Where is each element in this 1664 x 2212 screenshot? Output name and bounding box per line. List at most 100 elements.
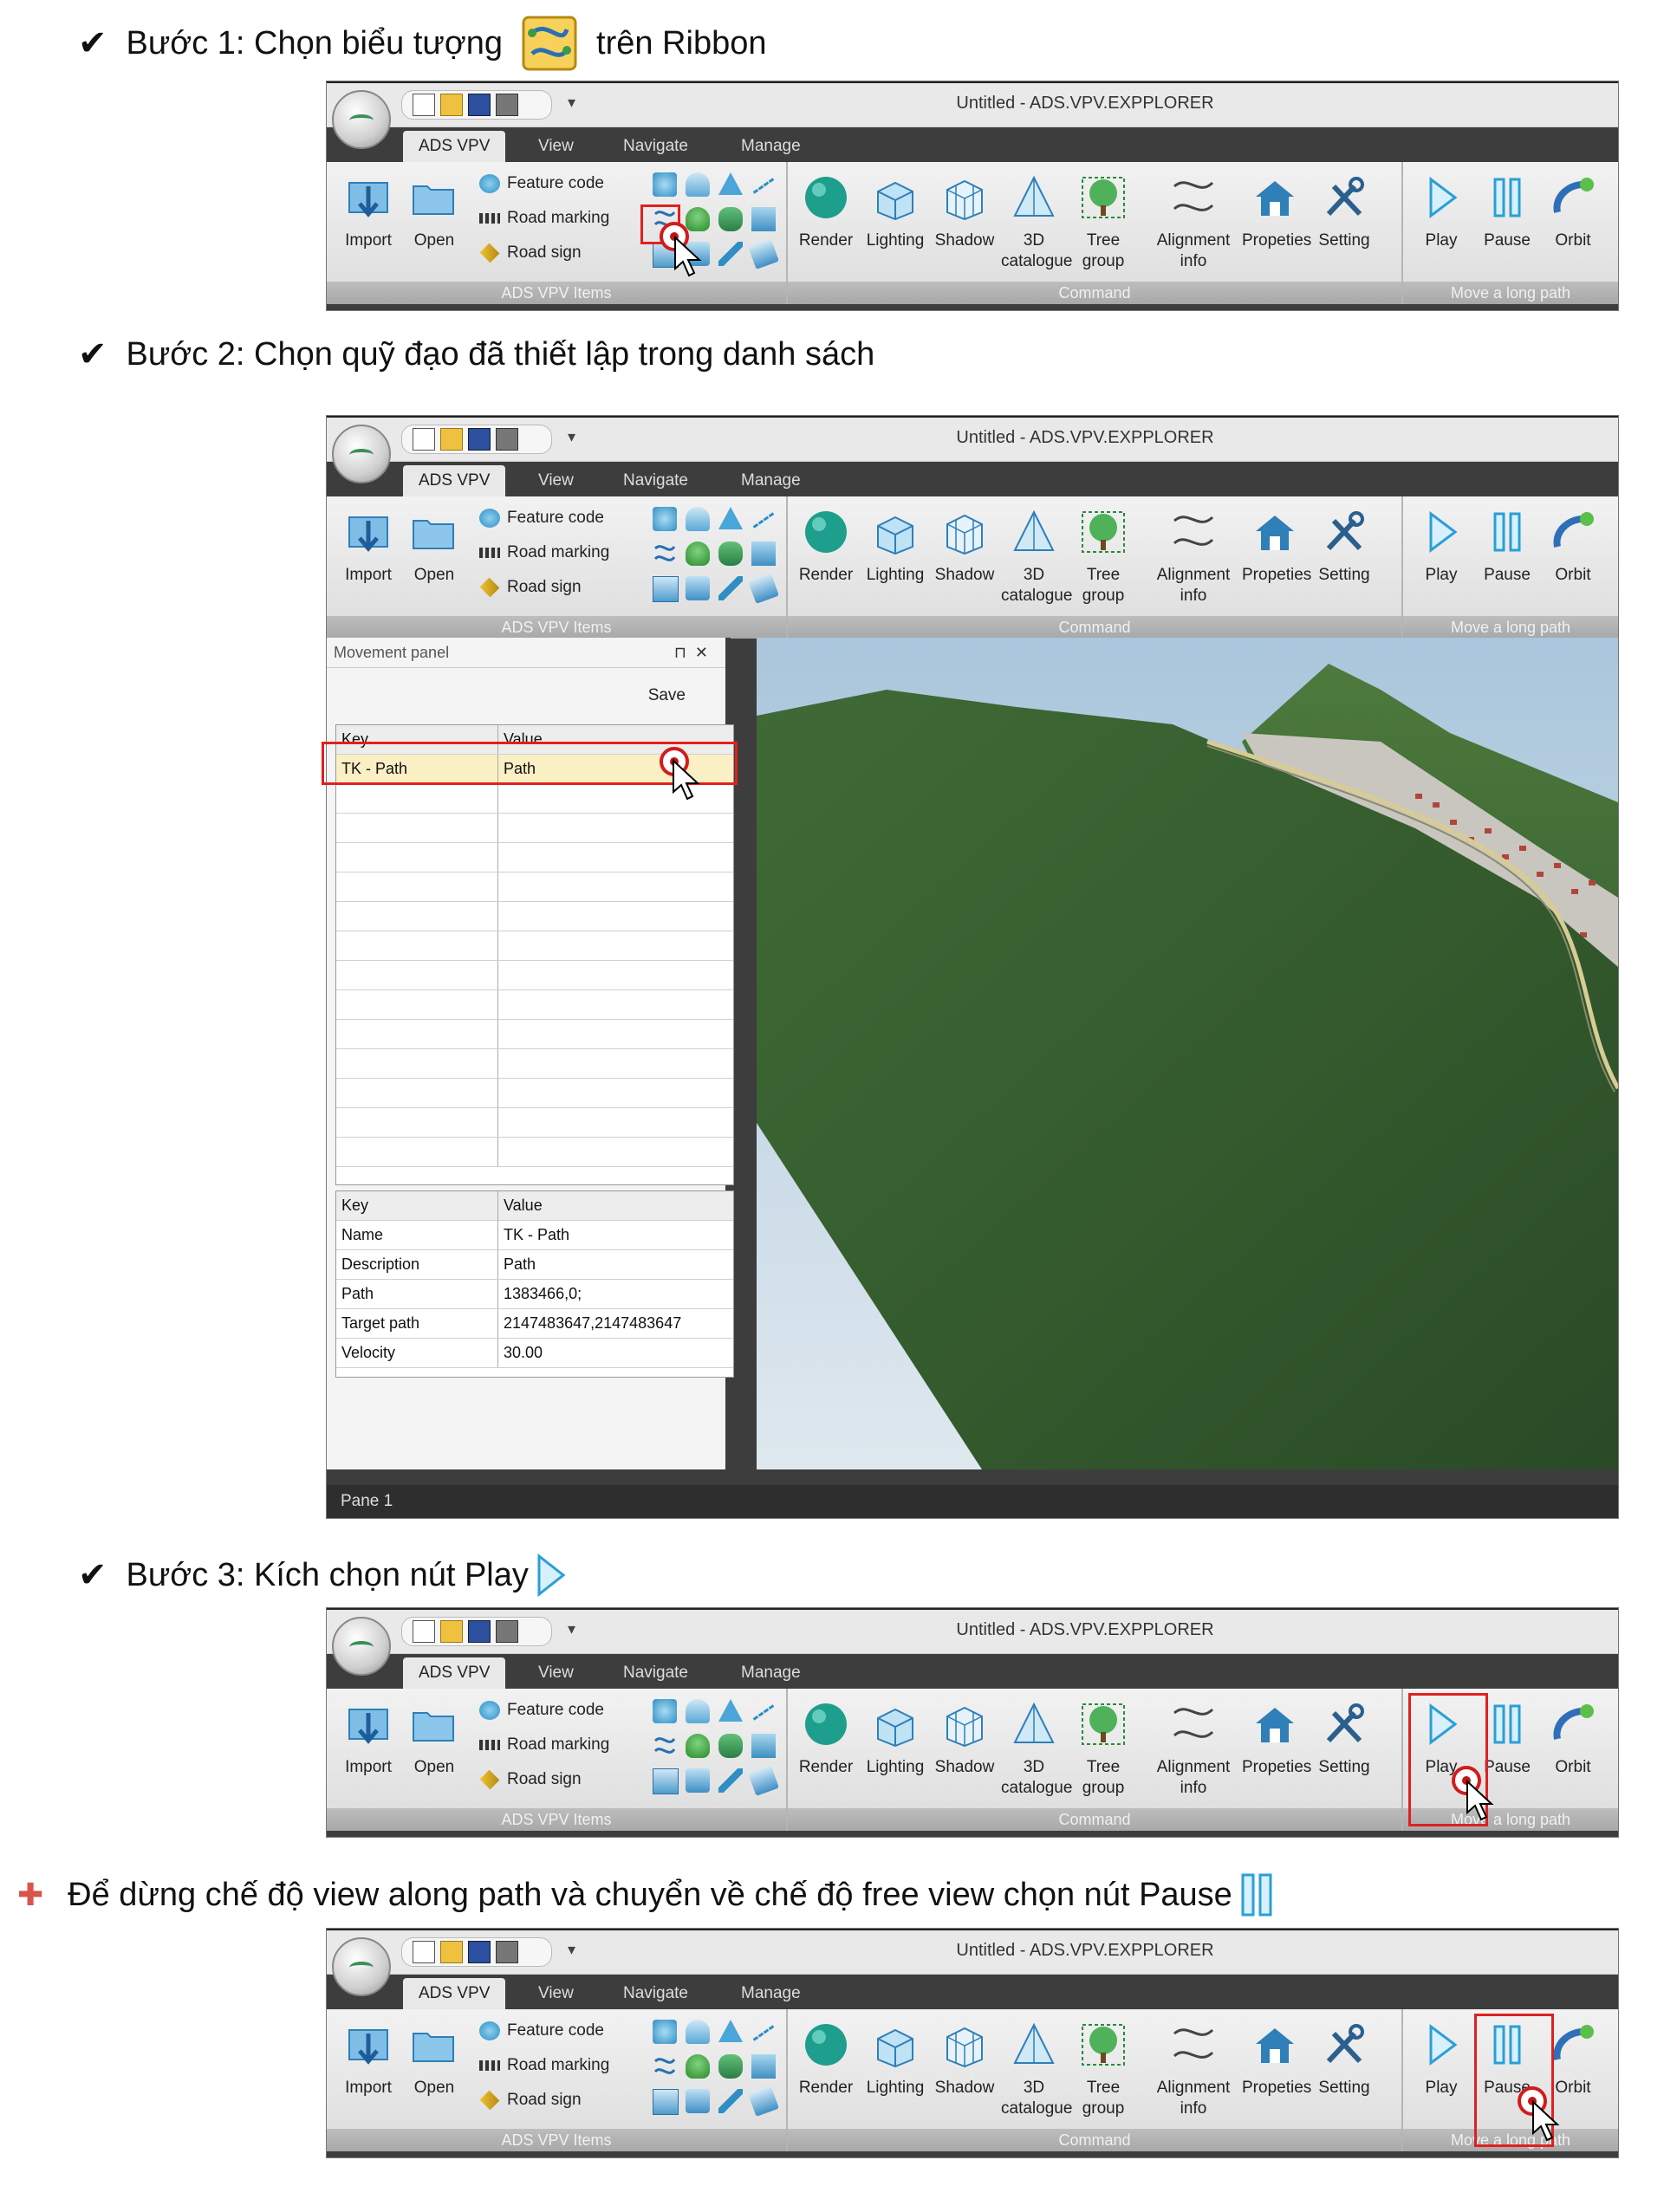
slope-icon[interactable] [718,1768,743,1793]
import-button[interactable]: Import [335,1701,401,1778]
play-button[interactable]: Play [1408,174,1474,251]
building-icon[interactable] [751,2054,776,2079]
feature-code-button[interactable]: Feature code [479,509,604,528]
prop-value[interactable]: 1383466,0; [498,1280,733,1308]
tool-icon[interactable] [686,507,710,531]
tab-navigate[interactable]: Navigate [623,465,688,496]
render-button[interactable]: Render [793,1701,859,1778]
eraser-icon[interactable] [748,1765,779,1796]
alignment-info-button[interactable]: Alignment info [1150,2021,1237,2119]
pause-button[interactable]: Pause [1474,509,1540,586]
properties-button[interactable]: Propeties [1242,174,1311,251]
tree-icon[interactable] [686,542,710,566]
grid-icon[interactable] [653,1768,679,1794]
tab-navigate[interactable]: Navigate [623,1978,688,2009]
alignment-info-button[interactable]: Alignment info [1150,174,1237,272]
save-button[interactable]: Save [648,686,686,705]
tree-icon[interactable] [686,2054,710,2079]
stack-icon[interactable] [686,1768,710,1793]
line-icon[interactable] [752,512,775,529]
3d-catalogue-button[interactable]: 3D catalogue [1001,174,1072,272]
road-marking-button[interactable]: Road marking [479,209,609,228]
triangle-icon[interactable] [718,507,743,529]
eraser-icon[interactable] [748,2086,779,2117]
shadow-button[interactable]: Shadow [932,509,998,586]
application-orb-button[interactable] [332,1937,391,1996]
tool-icon[interactable] [653,1699,677,1723]
properties-button[interactable]: Propeties [1242,2021,1311,2098]
line-icon[interactable] [752,1704,775,1721]
stack-icon[interactable] [686,576,710,600]
prop-value[interactable]: Path [498,1250,733,1279]
orbit-button[interactable]: Orbit [1540,1701,1606,1778]
3d-viewport[interactable] [757,638,1618,1469]
path-tool-icon[interactable] [653,542,677,566]
eraser-icon[interactable] [748,238,779,269]
3d-catalogue-button[interactable]: 3D catalogue [1001,1701,1072,1799]
grid-icon[interactable] [653,576,679,602]
slope-icon[interactable] [718,242,743,266]
tool-icon[interactable] [653,172,677,197]
tab-view[interactable]: View [538,131,574,162]
tab-navigate[interactable]: Navigate [623,131,688,162]
tab-manage[interactable]: Manage [741,1657,801,1689]
render-button[interactable]: Render [793,174,859,251]
vegetation-icon[interactable] [718,207,743,231]
tree-group-button[interactable]: Tree group [1070,174,1136,272]
application-orb-button[interactable] [332,1617,391,1676]
tool-icon[interactable] [686,1699,710,1723]
3d-catalogue-button[interactable]: 3D catalogue [1001,509,1072,607]
building-icon[interactable] [751,207,776,231]
application-orb-button[interactable] [332,90,391,149]
play-button[interactable]: Play [1408,509,1474,586]
tab-view[interactable]: View [538,1978,574,2009]
stack-icon[interactable] [686,2089,710,2113]
tab-ads-vpv[interactable]: ADS VPV [403,465,506,496]
prop-value[interactable]: 30.00 [498,1339,733,1367]
feature-code-button[interactable]: Feature code [479,174,604,193]
road-sign-button[interactable]: Road sign [479,577,582,598]
open-button[interactable]: Open [401,174,467,251]
tab-manage[interactable]: Manage [741,1978,801,2009]
slope-icon[interactable] [718,576,743,600]
import-button[interactable]: Import [335,509,401,586]
tab-ads-vpv[interactable]: ADS VPV [403,1657,506,1689]
lighting-button[interactable]: Lighting [862,509,928,586]
lighting-button[interactable]: Lighting [862,1701,928,1778]
triangle-icon[interactable] [718,172,743,195]
triangle-icon[interactable] [718,1699,743,1722]
import-button[interactable]: Import [335,2021,401,2098]
close-icon[interactable]: ✕ [695,644,717,661]
grid-icon[interactable] [653,2089,679,2115]
building-icon[interactable] [751,542,776,566]
tab-ads-vpv[interactable]: ADS VPV [403,131,506,162]
tool-icon[interactable] [686,172,710,197]
building-icon[interactable] [751,1734,776,1758]
prop-value[interactable]: 2147483647,2147483647 [498,1309,733,1338]
road-sign-button[interactable]: Road sign [479,243,582,263]
road-sign-button[interactable]: Road sign [479,1769,582,1790]
application-orb-button[interactable] [332,425,391,483]
render-button[interactable]: Render [793,2021,859,2098]
vegetation-icon[interactable] [718,2054,743,2079]
play-button[interactable]: Play [1408,2021,1474,2098]
alignment-info-button[interactable]: Alignment info [1150,509,1237,607]
road-marking-button[interactable]: Road marking [479,2056,609,2075]
import-button[interactable]: Import [335,174,401,251]
tool-icon[interactable] [686,2020,710,2044]
tool-icon[interactable] [653,2020,677,2044]
tool-icon[interactable] [653,507,677,531]
triangle-icon[interactable] [718,2020,743,2042]
orbit-button[interactable]: Orbit [1540,174,1606,251]
shadow-button[interactable]: Shadow [932,1701,998,1778]
tab-ads-vpv[interactable]: ADS VPV [403,1978,506,2009]
tab-view[interactable]: View [538,465,574,496]
slope-icon[interactable] [718,2089,743,2113]
setting-button[interactable]: Setting [1311,2021,1377,2098]
properties-button[interactable]: Propeties [1242,509,1311,586]
setting-button[interactable]: Setting [1311,174,1377,251]
pin-icon[interactable]: ⊓ [674,644,695,661]
orbit-button[interactable]: Orbit [1540,509,1606,586]
render-button[interactable]: Render [793,509,859,586]
path-tool-icon[interactable] [653,2054,677,2079]
